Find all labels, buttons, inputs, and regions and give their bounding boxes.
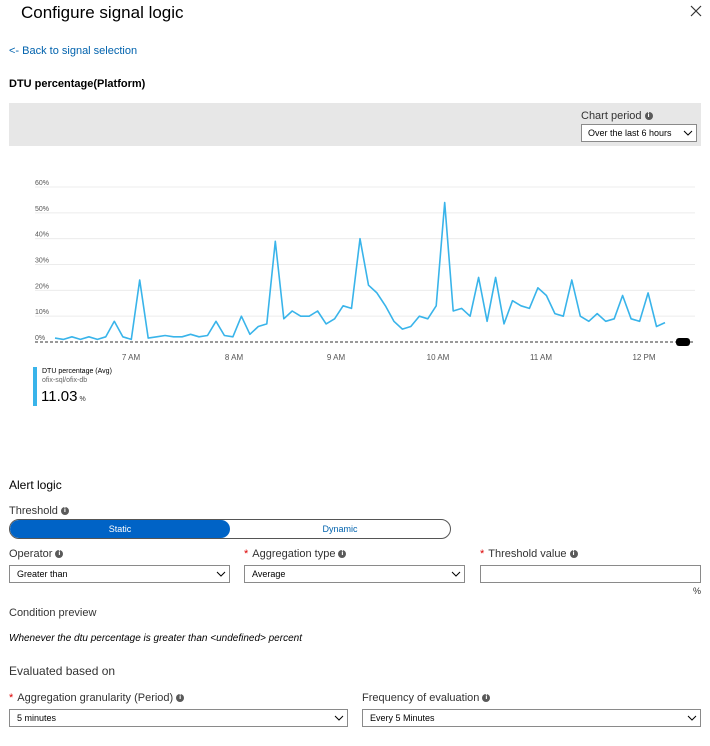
x-tick-label: 7 AM [122,353,141,362]
evaluated-based-on-heading: Evaluated based on [9,664,116,678]
dtu-line-chart: 60% 50% 40% 30% 20% 10% 0% 7 AM 8 AM 9 AM 10 AM 11… [35,180,695,362]
frequency-of-evaluation-dropdown[interactable]: Every 5 Minutes [362,709,701,727]
threshold-option-static[interactable]: Static [10,520,230,538]
operator-value: Greater than [17,569,68,579]
chevron-down-icon [216,571,226,577]
x-tick-label: 9 AM [327,353,346,362]
aggregation-type-dropdown[interactable]: Average [244,565,465,583]
chart-period-value: Over the last 6 hours [588,128,672,138]
chart-period-label: Chart period i [581,110,653,122]
info-icon[interactable]: i [338,550,347,559]
series-line-dtu [54,201,666,341]
legend-metric: DTU percentage (Avg) [42,368,112,375]
y-tick-label: 60% [35,180,49,187]
chart-end-marker [676,338,690,346]
aggregation-type-value: Average [252,569,286,579]
y-tick-label: 20% [35,283,49,290]
y-tick-label: 30% [35,258,49,265]
aggregation-granularity-value: 5 minutes [17,713,57,723]
x-tick-label: 10 AM [427,353,450,362]
threshold-toggle[interactable]: Static Dynamic [9,519,451,539]
close-icon[interactable] [688,3,704,19]
threshold-value-input[interactable] [480,565,701,583]
info-icon[interactable]: i [176,694,185,703]
chevron-down-icon [687,715,697,721]
chevron-down-icon [334,715,344,721]
threshold-label: Threshold i [9,505,69,517]
info-icon[interactable]: i [60,507,69,516]
x-tick-label: 12 PM [632,353,655,362]
operator-label: Operator i [9,548,64,560]
frequency-of-evaluation-value: Every 5 Minutes [370,713,435,723]
signal-name: DTU percentage(Platform) [9,78,146,90]
aggregation-granularity-dropdown[interactable]: 5 minutes [9,709,348,727]
y-tick-label: 40% [35,232,49,239]
chart-period-dropdown[interactable]: Over the last 6 hours [581,124,697,142]
x-tick-label: 8 AM [225,353,244,362]
y-tick-label: 50% [35,206,49,213]
threshold-value-label: * Threshold value i [480,548,578,560]
legend-value: 11.03% [41,388,86,405]
y-tick-label: 0% [35,335,45,342]
condition-preview-heading: Condition preview [9,607,97,619]
legend-color-bar [33,367,37,406]
info-icon[interactable]: i [569,550,578,559]
threshold-unit: % [693,586,702,596]
condition-preview-text: Whenever the dtu percentage is greater t… [9,633,302,644]
chevron-down-icon [683,130,693,136]
info-icon[interactable]: i [55,550,64,559]
chevron-down-icon [451,571,461,577]
info-icon[interactable]: i [644,112,653,121]
legend-resource: ofix-sql/ofix-db [42,377,88,384]
panel-title: Configure signal logic [21,3,184,22]
y-tick-label: 10% [35,309,49,316]
x-tick-label: 11 AM [530,353,552,362]
back-to-signal-selection-link[interactable]: <- Back to signal selection [9,45,137,57]
info-icon[interactable]: i [482,694,491,703]
frequency-of-evaluation-label: Frequency of evaluation i [362,692,491,704]
aggregation-granularity-label: * Aggregation granularity (Period) i [9,692,185,704]
aggregation-type-label: * Aggregation type i [244,548,347,560]
operator-dropdown[interactable]: Greater than [9,565,230,583]
alert-logic-heading: Alert logic [9,478,62,492]
threshold-option-dynamic[interactable]: Dynamic [230,520,450,538]
